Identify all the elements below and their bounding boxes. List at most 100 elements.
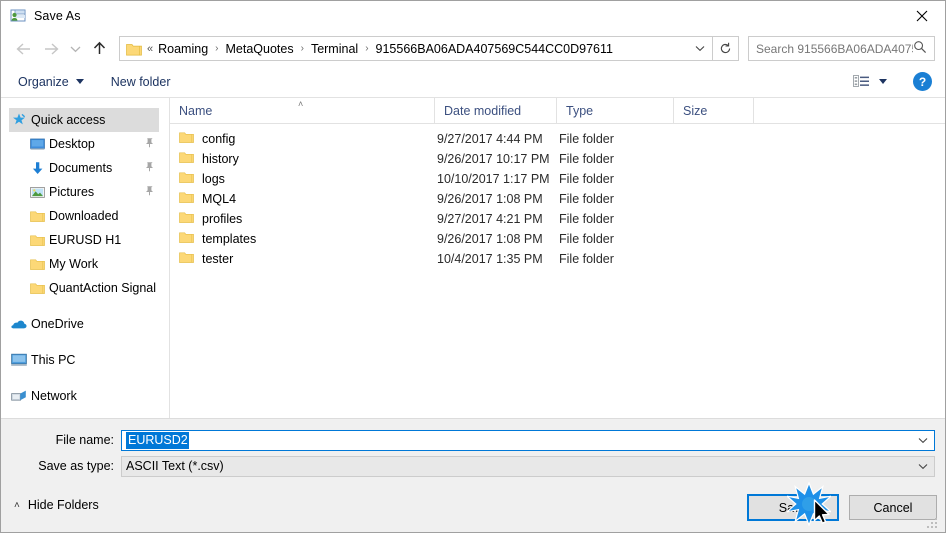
column-label: Date modified [444,103,522,118]
save-as-type-row: Save as type: ASCII Text (*.csv) [1,455,945,477]
save-as-dialog: Save As « Roaming › MetaQuotes › Termina… [0,0,946,533]
table-row[interactable]: history 9/26/2017 10:17 PM File folder [170,149,945,169]
folder-icon [179,211,194,227]
file-name-cell: logs [179,171,225,187]
new-folder-button[interactable]: New folder [105,66,177,97]
table-row[interactable]: profiles 9/27/2017 4:21 PM File folder [170,209,945,229]
chevron-down-icon [918,437,928,443]
table-row[interactable]: MQL4 9/26/2017 1:08 PM File folder [170,189,945,209]
chevron-down-icon [918,463,928,469]
file-rows: config 9/27/2017 4:44 PM File folder his… [170,124,945,269]
chevron-up-icon: ˄ [14,499,20,511]
column-label: Name [179,103,213,118]
recent-locations-chevron-icon [70,46,80,52]
sidebar-item-onedrive[interactable]: OneDrive [9,312,159,336]
help-button[interactable]: ? [913,72,932,91]
back-button[interactable] [9,36,37,62]
pictures-icon [29,184,45,200]
file-name-label: profiles [202,212,243,226]
folder-icon [29,280,45,296]
folder-icon [29,232,45,248]
hide-folders-button[interactable]: ˄ Hide Folders [14,498,99,512]
file-name-label: config [202,132,236,146]
date-modified-cell: 10/4/2017 1:35 PM [437,252,543,266]
sidebar-item-quantaction-signal[interactable]: QuantAction Signal [9,276,159,300]
column-header-date-modified[interactable]: Date modified [434,98,556,123]
table-row[interactable]: templates 9/26/2017 1:08 PM File folder [170,229,945,249]
file-name-dropdown-button[interactable] [912,431,934,450]
file-name-input[interactable]: EURUSD2 [121,429,935,451]
cancel-button[interactable]: Cancel [849,495,937,520]
organize-label: Organize [18,74,69,89]
change-view-button[interactable] [849,74,891,89]
pin-icon[interactable] [144,161,155,175]
sidebar-item-network[interactable]: Network [9,384,159,408]
breadcrumb-item-3[interactable]: 915566BA06ADA407569C544CC0D97611 [375,42,614,56]
address-bar[interactable]: « Roaming › MetaQuotes › Terminal › 9155… [119,36,713,61]
folder-icon [29,256,45,272]
address-leading-chevron: « [147,42,154,55]
table-row[interactable]: logs 10/10/2017 1:17 PM File folder [170,169,945,189]
folder-icon [179,231,194,247]
date-modified-cell: 9/26/2017 10:17 PM [437,152,550,166]
organize-button[interactable]: Organize [12,66,90,97]
sidebar-item-label: Downloaded [49,209,119,223]
column-header-name[interactable]: Name ˄ [170,98,434,123]
type-cell: File folder [559,232,614,246]
breadcrumb-item-2[interactable]: Terminal [310,42,359,56]
forward-button[interactable] [37,36,65,62]
folder-icon [126,42,142,56]
column-header-type[interactable]: Type [556,98,673,123]
sidebar-item-label: QuantAction Signal [49,281,157,295]
save-as-type-dropdown-button[interactable] [912,457,934,476]
sidebar-item-downloaded[interactable]: Downloaded [9,204,159,228]
table-row[interactable]: config 9/27/2017 4:44 PM File folder [170,129,945,149]
sidebar-item-eurusd-h1[interactable]: EURUSD H1 [9,228,159,252]
date-modified-cell: 10/10/2017 1:17 PM [437,172,550,186]
column-headers: Name ˄ Date modified Type Size [170,98,945,124]
save-button[interactable]: Save [747,494,839,521]
breadcrumb-item-0[interactable]: Roaming [157,42,209,56]
up-arrow-icon [93,41,105,54]
type-cell: File folder [559,132,614,146]
type-cell: File folder [559,192,614,206]
sidebar-item-label: Desktop [49,137,95,151]
type-cell: File folder [559,212,614,226]
file-name-cell: profiles [179,211,242,227]
folder-icon [179,191,194,207]
resize-grip-icon[interactable] [927,517,939,529]
folder-icon [179,251,194,267]
save-as-type-value: ASCII Text (*.csv) [126,459,224,473]
pin-icon[interactable] [144,137,155,151]
sidebar-item-pictures[interactable]: Pictures [9,180,159,204]
recent-locations-button[interactable] [65,36,85,62]
close-button[interactable] [899,1,945,31]
search-icon [913,40,927,57]
pin-icon[interactable] [144,185,155,199]
type-cell: File folder [559,152,614,166]
column-header-end [753,98,754,123]
type-cell: File folder [559,172,614,186]
file-name-value: EURUSD2 [126,431,189,449]
onedrive-cloud-icon [11,316,27,332]
toolbar-right-group: ? [849,72,932,91]
sidebar-item-label: Pictures [49,185,95,199]
search-placeholder: Search 915566BA06ADA40756... [756,41,913,56]
file-name-row: File name: EURUSD2 [1,429,945,451]
sidebar-item-quick-access[interactable]: Quick access [9,108,159,132]
sidebar-item-this-pc[interactable]: This PC [9,348,159,372]
sidebar-item-documents[interactable]: Documents [9,156,159,180]
sidebar-item-desktop[interactable]: Desktop [9,132,159,156]
table-row[interactable]: tester 10/4/2017 1:35 PM File folder [170,249,945,269]
save-as-type-select[interactable]: ASCII Text (*.csv) [121,455,935,477]
column-header-size[interactable]: Size [673,98,753,123]
up-button[interactable] [85,36,113,62]
address-dropdown-button[interactable] [688,38,712,59]
chevron-down-icon [695,46,705,52]
column-label: Size [683,103,708,118]
search-input[interactable]: Search 915566BA06ADA40756... [748,36,935,61]
breadcrumb-item-1[interactable]: MetaQuotes [225,42,295,56]
refresh-button[interactable] [713,36,739,61]
sidebar-item-my-work[interactable]: My Work [9,252,159,276]
